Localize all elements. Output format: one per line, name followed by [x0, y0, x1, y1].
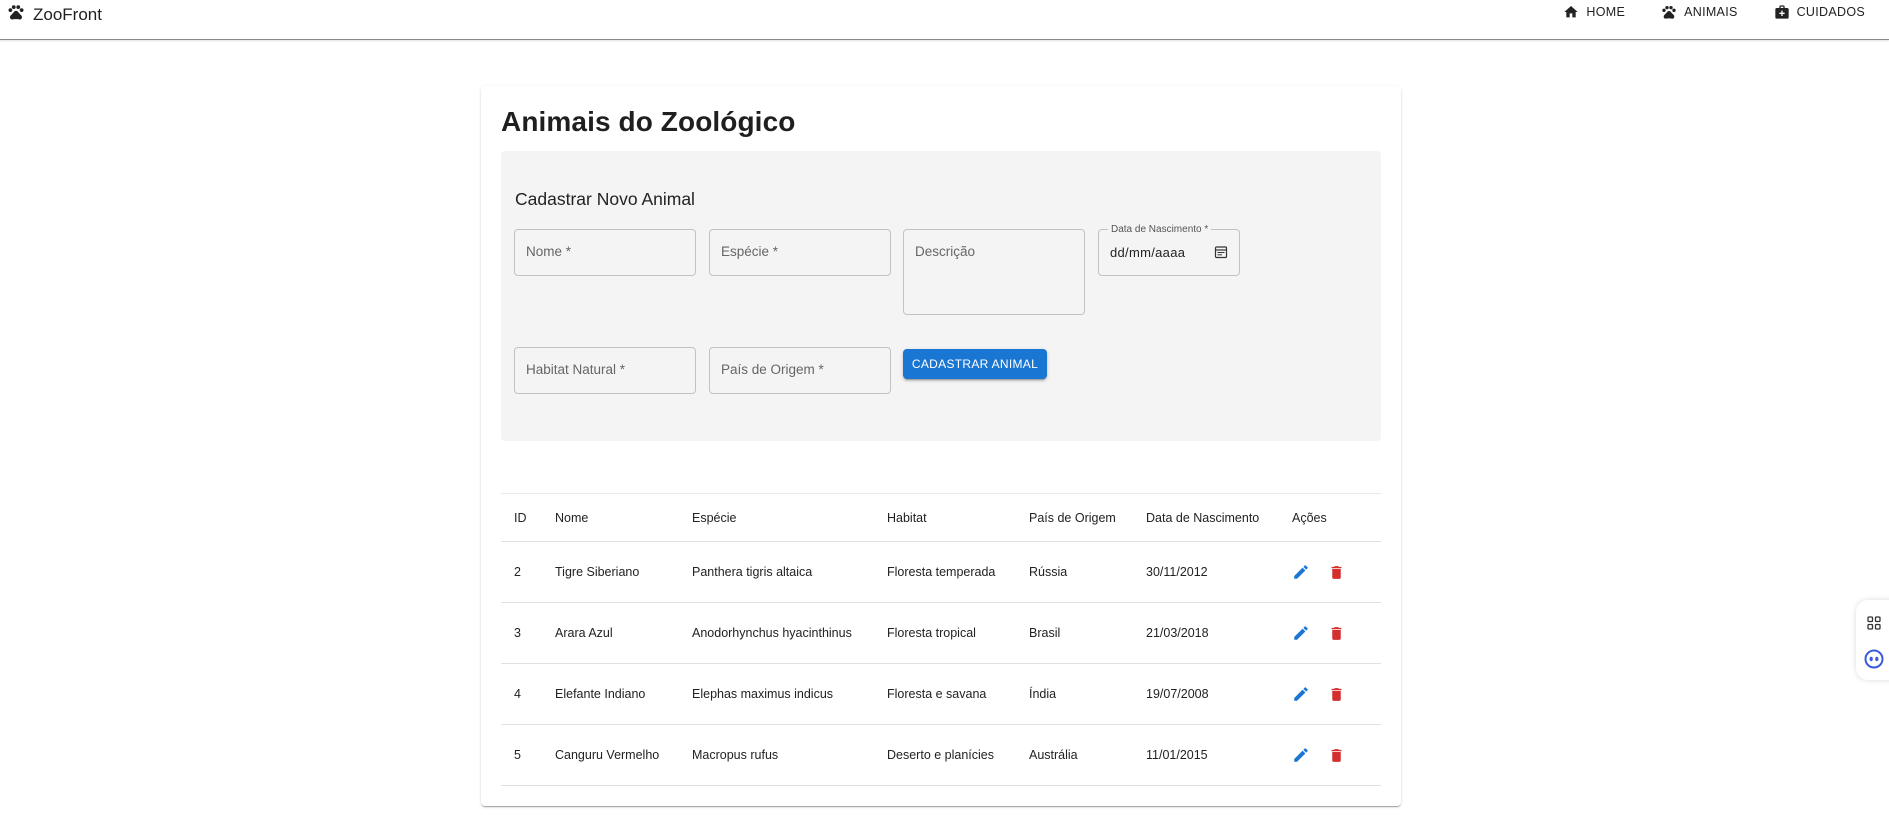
nav-cuidados-label: CUIDADOS: [1796, 5, 1865, 19]
app-title: ZooFront: [33, 4, 102, 24]
grid-icon[interactable]: [1867, 616, 1881, 635]
col-header-pais: País de Origem: [1016, 493, 1133, 542]
app-bar: ZooFront HOME ANIMAIS CUIDADOS: [0, 0, 1889, 40]
delete-icon[interactable]: [1328, 625, 1345, 642]
cell-especie: Panthera tigris altaica: [679, 541, 874, 603]
table-row: 4 Elefante Indiano Elephas maximus indic…: [501, 663, 1381, 725]
cell-especie: Anodorhynchus hyacinthinus: [679, 602, 874, 664]
cell-nome: Arara Azul: [542, 602, 679, 664]
data-nascimento-input[interactable]: Data de Nascimento * dd/mm/aaaa: [1098, 224, 1240, 276]
delete-icon[interactable]: [1328, 747, 1345, 764]
animals-table: ID Nome Espécie Habitat País de Origem D…: [501, 493, 1381, 786]
habitat-placeholder: Habitat Natural *: [526, 362, 626, 377]
cell-habitat: Floresta tropical: [874, 602, 1016, 664]
paw-icon: [7, 3, 25, 26]
table-row: 5 Canguru Vermelho Macropus rufus Desert…: [501, 724, 1381, 786]
cell-data: 21/03/2018: [1133, 602, 1279, 664]
main-nav: HOME ANIMAIS CUIDADOS: [1563, 2, 1865, 22]
floating-side-widget: [1856, 600, 1889, 680]
cell-nome: Canguru Vermelho: [542, 724, 679, 786]
nome-input[interactable]: Nome *: [514, 229, 696, 276]
brand[interactable]: ZooFront: [7, 3, 102, 26]
delete-icon[interactable]: [1328, 686, 1345, 703]
new-animal-form: Cadastrar Novo Animal Nome * Espécie * D…: [501, 151, 1381, 441]
cell-habitat: Floresta e savana: [874, 663, 1016, 725]
calendar-icon[interactable]: [1214, 245, 1228, 264]
paw-icon: [1661, 4, 1677, 20]
cell-id: 3: [501, 602, 542, 664]
cell-pais: Rússia: [1016, 541, 1133, 603]
cell-acoes: [1279, 541, 1381, 603]
cell-acoes: [1279, 724, 1381, 786]
cell-especie: Macropus rufus: [679, 724, 874, 786]
cell-id: 2: [501, 541, 542, 603]
col-header-nome: Nome: [542, 493, 679, 542]
cadastrar-animal-button[interactable]: CADASTRAR ANIMAL: [903, 349, 1047, 379]
cell-nome: Elefante Indiano: [542, 663, 679, 725]
cell-pais: Índia: [1016, 663, 1133, 725]
nav-home-label: HOME: [1586, 5, 1626, 19]
descricao-textarea[interactable]: Descrição: [903, 229, 1085, 315]
table-header-row: ID Nome Espécie Habitat País de Origem D…: [501, 493, 1381, 542]
page-title: Animais do Zoológico: [501, 106, 796, 137]
nav-cuidados[interactable]: CUIDADOS: [1774, 2, 1865, 22]
col-header-especie: Espécie: [679, 493, 874, 542]
cell-especie: Elephas maximus indicus: [679, 663, 874, 725]
edit-icon[interactable]: [1292, 746, 1310, 764]
cell-nome: Tigre Siberiano: [542, 541, 679, 603]
especie-placeholder: Espécie *: [721, 244, 779, 259]
cell-data: 11/01/2015: [1133, 724, 1279, 786]
pais-origem-input[interactable]: País de Origem *: [709, 347, 891, 394]
cell-pais: Austrália: [1016, 724, 1133, 786]
nav-home[interactable]: HOME: [1563, 2, 1625, 22]
animals-table-container: ID Nome Espécie Habitat País de Origem D…: [501, 493, 1381, 786]
data-nascimento-placeholder: dd/mm/aaaa: [1110, 245, 1186, 260]
form-title: Cadastrar Novo Animal: [515, 189, 695, 209]
cell-acoes: [1279, 663, 1381, 725]
medical-bag-icon: [1774, 4, 1790, 20]
nav-animais-label: ANIMAIS: [1684, 5, 1738, 19]
cell-habitat: Floresta temperada: [874, 541, 1016, 603]
pais-origem-placeholder: País de Origem *: [721, 362, 824, 377]
col-header-data: Data de Nascimento: [1133, 493, 1279, 542]
descricao-placeholder: Descrição: [915, 244, 976, 259]
data-nascimento-label: Data de Nascimento *: [1108, 224, 1212, 235]
col-header-acoes: Ações: [1279, 493, 1381, 542]
cell-id: 5: [501, 724, 542, 786]
habitat-input[interactable]: Habitat Natural *: [514, 347, 696, 394]
cell-data: 30/11/2012: [1133, 541, 1279, 603]
edit-icon[interactable]: [1292, 685, 1310, 703]
cell-habitat: Deserto e planícies: [874, 724, 1016, 786]
animals-card: Animais do Zoológico Cadastrar Novo Anim…: [481, 86, 1401, 806]
col-header-habitat: Habitat: [874, 493, 1016, 542]
cell-data: 19/07/2008: [1133, 663, 1279, 725]
nav-animais[interactable]: ANIMAIS: [1661, 2, 1738, 22]
delete-icon[interactable]: [1328, 564, 1345, 581]
nome-placeholder: Nome *: [526, 244, 572, 259]
home-icon: [1563, 4, 1579, 20]
cell-pais: Brasil: [1016, 602, 1133, 664]
table-row: 2 Tigre Siberiano Panthera tigris altaic…: [501, 541, 1381, 603]
cell-id: 4: [501, 663, 542, 725]
cell-acoes: [1279, 602, 1381, 664]
table-row: 3 Arara Azul Anodorhynchus hyacinthinus …: [501, 602, 1381, 664]
edit-icon[interactable]: [1292, 563, 1310, 581]
assistant-icon[interactable]: [1864, 649, 1884, 674]
col-header-id: ID: [501, 493, 542, 542]
edit-icon[interactable]: [1292, 624, 1310, 642]
especie-input[interactable]: Espécie *: [709, 229, 891, 276]
